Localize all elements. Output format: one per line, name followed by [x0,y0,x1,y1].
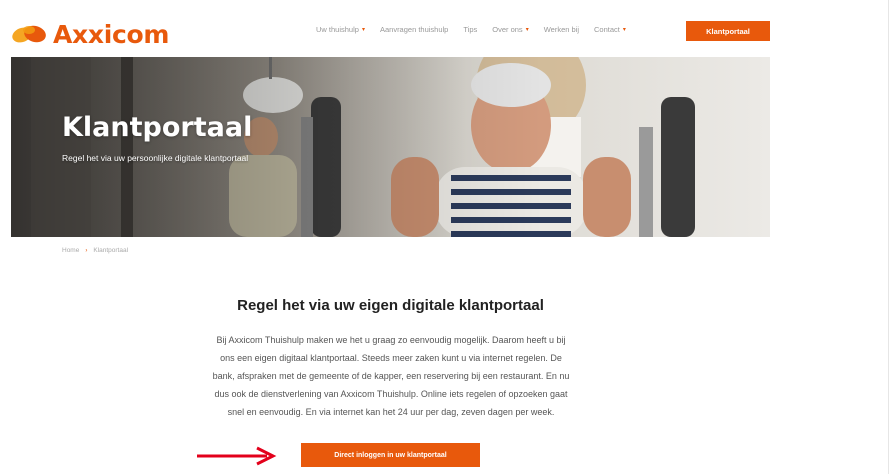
content-paragraph: Bij Axxicom Thuishulp maken we het u gra… [155,331,627,421]
chevron-down-icon: ▾ [525,27,529,33]
paragraph-line: dus ook de dienstverlening van Axxicom T… [214,389,568,399]
logo-text: Axxicom [53,19,170,49]
hero-subtitle: Regel het via uw persoonlijke digitale k… [62,153,249,163]
hero-title: Klantportaal [62,112,253,143]
breadcrumb-home[interactable]: Home [62,247,79,254]
klantportaal-button[interactable]: Klantportaal [686,21,770,41]
nav-item-label: Uw thuishulp [316,25,359,34]
nav-item-over-ons[interactable]: Over ons ▾ [492,25,528,34]
main-navigation: Uw thuishulp ▾ Aanvragen thuishulp Tips … [316,25,641,34]
nav-item-label: Contact [594,25,620,34]
nav-item-werken-bij[interactable]: Werken bij [544,25,579,34]
nav-item-tips[interactable]: Tips [463,25,477,34]
paragraph-line: snel en eenvoudig. En via internet kan h… [227,407,555,417]
nav-item-label: Werken bij [543,25,579,34]
nav-item-label: Aanvragen thuishulp [379,25,449,34]
axxicom-logo[interactable]: Axxicom [11,19,170,49]
chevron-right-icon: › [85,247,88,254]
axxicom-logo-icon [12,25,46,43]
nav-item-label: Tips [463,25,478,34]
page-divider [888,0,889,474]
arrow-right-icon [197,446,277,466]
direct-login-button[interactable]: Direct inloggen in uw klantportaal [301,443,480,467]
breadcrumb-current: Klantportaal [93,247,129,254]
hero-photo [11,57,770,237]
paragraph-line: bank, afspraken met de gemeente of de ka… [212,371,570,381]
paragraph-line: Bij Axxicom Thuishulp maken we het u gra… [216,335,566,345]
chevron-down-icon: ▾ [361,27,365,33]
chevron-down-icon: ▾ [622,27,626,33]
nav-item-uw-thuishulp[interactable]: Uw thuishulp ▾ [316,25,365,34]
content-title: Regel het via uw eigen digitale klantpor… [237,297,544,314]
nav-item-contact[interactable]: Contact ▾ [594,25,626,34]
breadcrumb: Home › Klantportaal [62,247,128,254]
hero-banner: Klantportaal Regel het via uw persoonlij… [11,57,770,237]
nav-item-label: Over ons [492,25,523,34]
nav-item-aanvragen-thuishulp[interactable]: Aanvragen thuishulp [380,25,448,34]
paragraph-line: ons een eigen digitaal klantportaal. Ste… [220,353,562,363]
